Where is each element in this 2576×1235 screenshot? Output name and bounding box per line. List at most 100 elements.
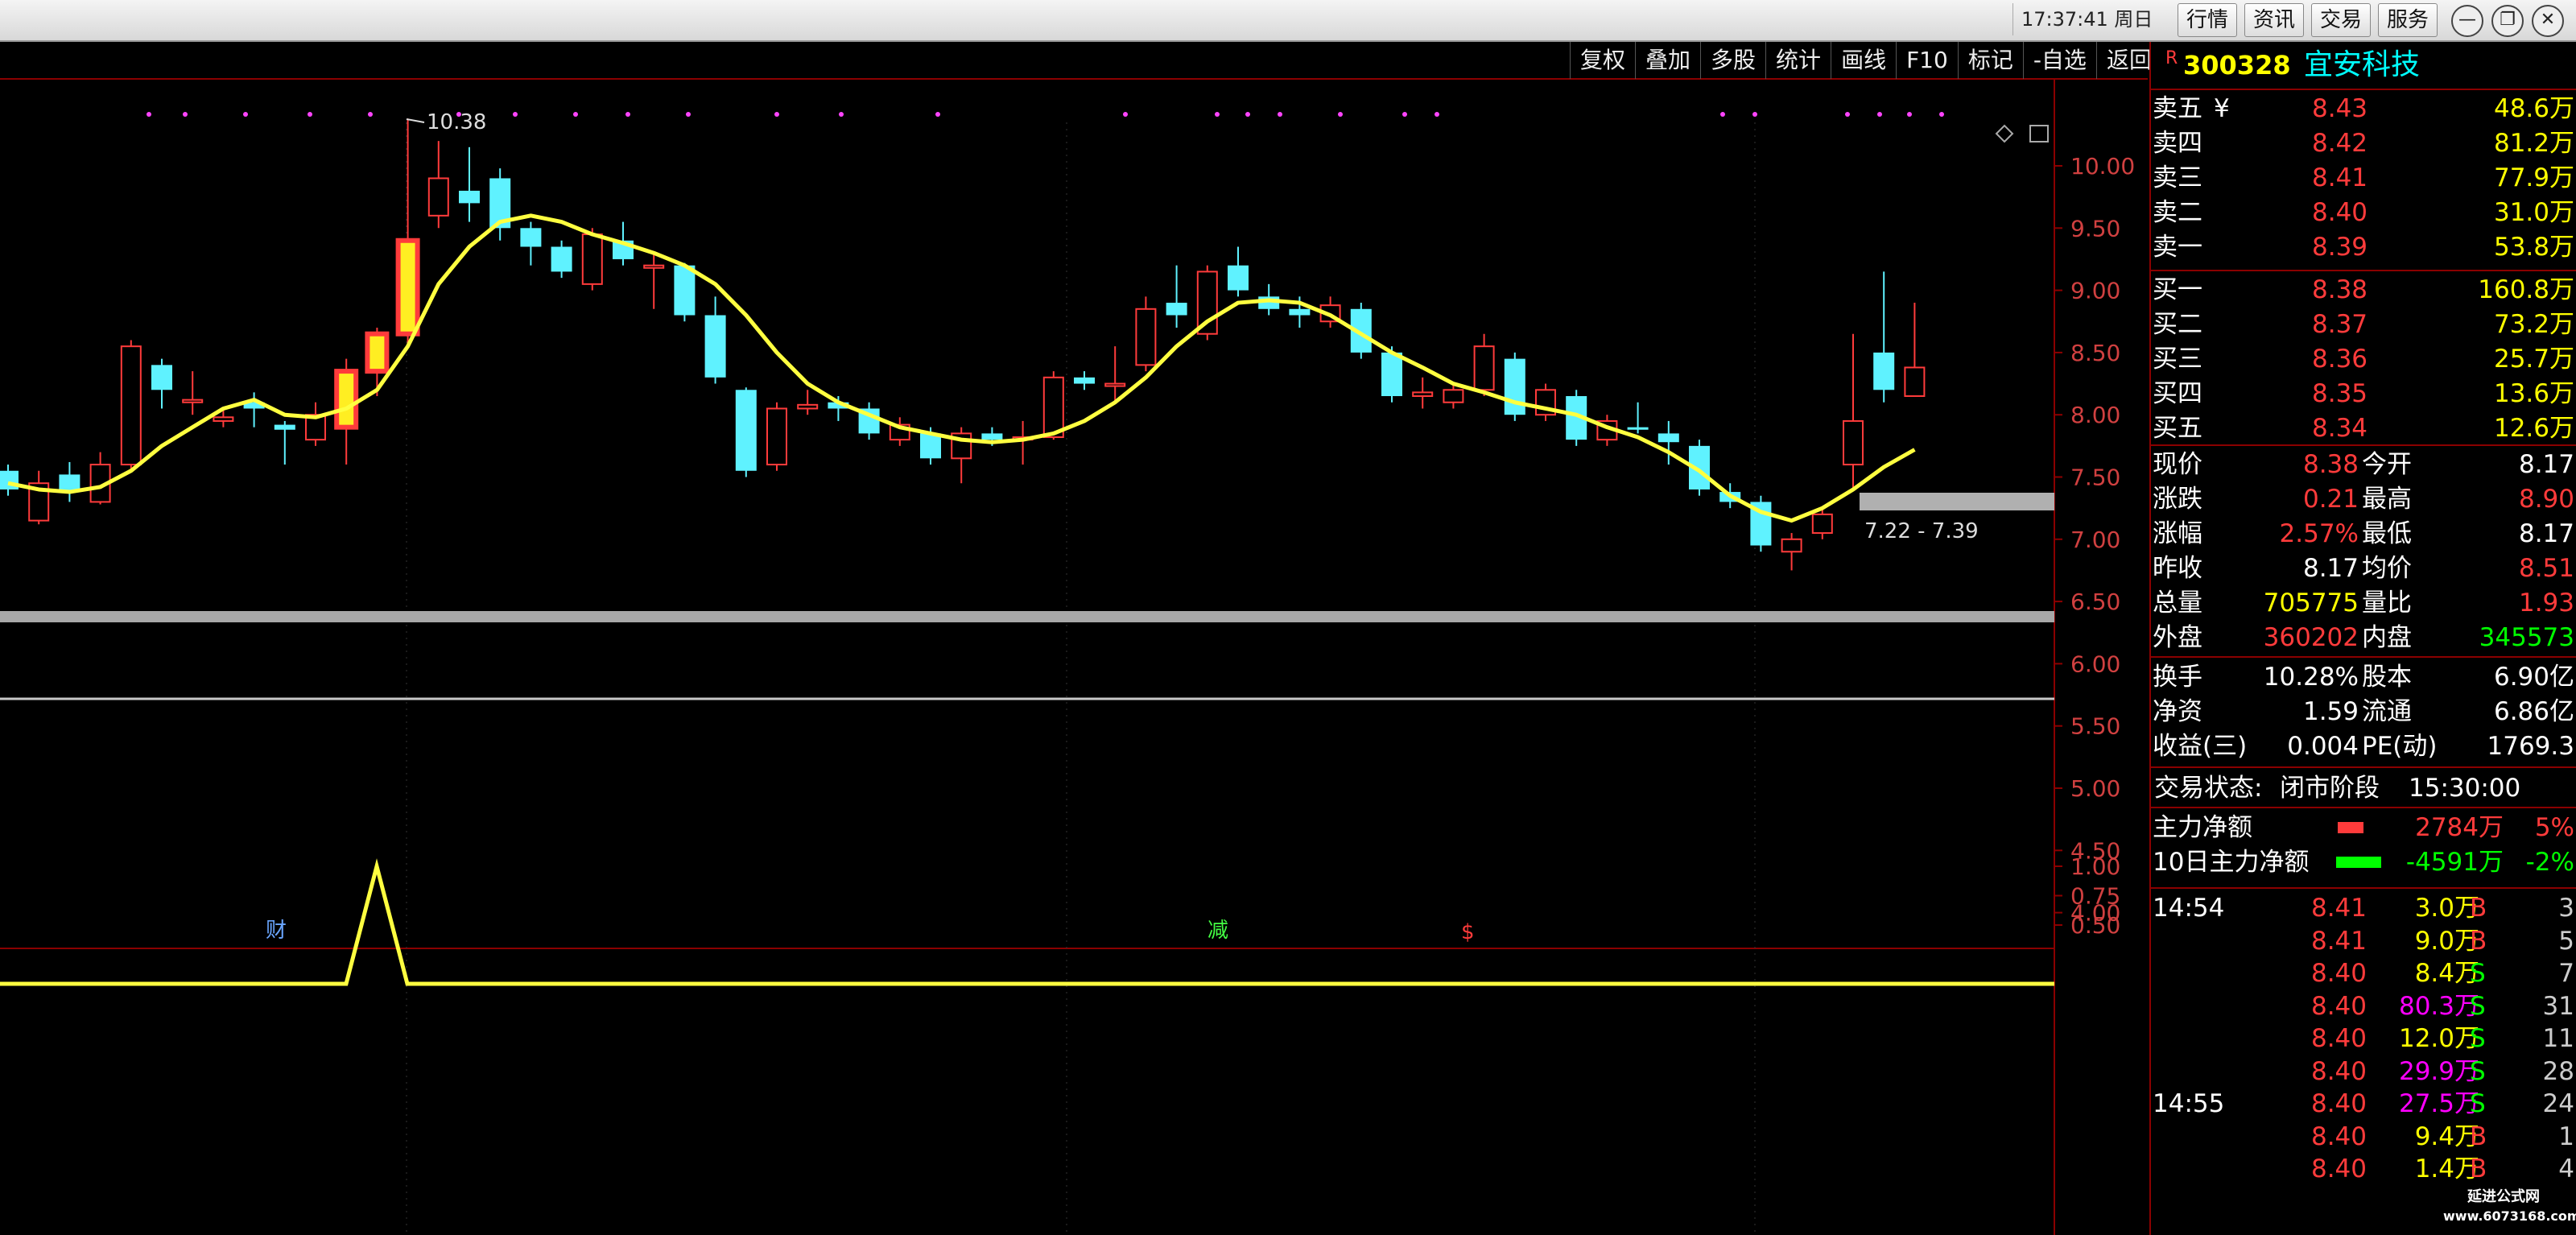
orderbook-volume: 73.2万 — [2493, 310, 2574, 339]
candle — [89, 452, 111, 505]
candle-body — [1811, 513, 1833, 535]
orderbook-volume: 31.0万 — [2493, 198, 2574, 227]
minimize-icon[interactable]: — — [2451, 5, 2483, 37]
tool-draw[interactable]: 画线 — [1831, 42, 1896, 79]
tool-f10[interactable]: F10 — [1896, 42, 1958, 79]
fundamentals-row: 收益(三) 0.004 PE(动) 1769.3 — [2151, 729, 2576, 763]
candle — [243, 392, 265, 428]
candle-body — [1135, 308, 1157, 366]
candle-body — [459, 190, 480, 204]
fund-label: 股本 — [2362, 663, 2412, 692]
tick-time: 14:55 — [2153, 1089, 2225, 1118]
fund-label: 换手 — [2153, 663, 2202, 692]
candle-body — [213, 416, 234, 422]
signal-dot — [243, 112, 248, 117]
limit-up-body — [334, 369, 359, 430]
price-label-9: 5.50 — [2070, 713, 2120, 740]
tool-mark[interactable]: 标记 — [1957, 42, 2023, 79]
candle-body — [1873, 352, 1895, 390]
candle — [520, 221, 542, 266]
chart-grid — [0, 78, 2148, 1235]
signal-dot — [147, 112, 151, 117]
menu-service-button[interactable]: 服务 — [2378, 3, 2438, 37]
price-label-0: 10.00 — [2070, 153, 2135, 180]
tool-stats[interactable]: 统计 — [1765, 42, 1831, 79]
stock-name: 宜安科技 — [2304, 48, 2421, 81]
chart-toolbar: 复权 叠加 多股 统计 画线 F10 标记 -自选 返回 — [1570, 42, 2161, 79]
signal-dot — [686, 112, 691, 117]
candle — [704, 296, 726, 384]
capital-flow-row: 主力净额 2784万 5% — [2151, 811, 2576, 845]
stat-value: 360202 — [2263, 623, 2359, 652]
event-cai: 财 — [266, 919, 287, 943]
tool-fuquan[interactable]: 复权 — [1570, 42, 1635, 79]
orderbook-volume: 12.6万 — [2493, 414, 2574, 443]
candle — [151, 358, 172, 409]
panel-toggle-icon — [2029, 125, 2049, 142]
fund-value: 6.90亿 — [2493, 663, 2574, 692]
candle-body — [1074, 377, 1095, 384]
restore-icon[interactable]: ❐ — [2491, 5, 2524, 37]
kline-chart[interactable]: 10.00 9.50 9.00 8.50 8.00 7.50 7.00 6.50 6.00 5.5… — [0, 42, 2148, 1235]
event-dollar: $ — [1461, 920, 1475, 944]
fund-value: 10.28% — [2263, 663, 2359, 692]
orderbook-price: 8.37 — [2312, 310, 2368, 339]
signal-dot — [1215, 112, 1220, 117]
candle-body — [1042, 376, 1064, 439]
price-label-10: 5.00 — [2070, 775, 2120, 802]
band-right — [1860, 493, 2054, 510]
fund-label: PE(动) — [2362, 732, 2438, 761]
tick-count: 28 — [2542, 1056, 2574, 1086]
orderbook-buy-row: 买一 8.38 160.8万 — [2151, 273, 2576, 307]
tick-price: 8.40 — [2310, 1121, 2367, 1151]
quote-panel: R 300328 宜安科技 卖五 ¥8.43 48.6万 卖四 8.42 81.2万 卖三 8… — [2149, 42, 2576, 1235]
stats-row: 外盘 360202 内盘 345573 — [2151, 621, 2576, 655]
signal-dot — [1278, 112, 1282, 117]
signal-dot — [513, 112, 518, 117]
candle-body — [1904, 366, 1926, 398]
candle — [59, 461, 80, 502]
flow-label: 10日主力净额 — [2153, 848, 2310, 877]
candle — [1627, 402, 1649, 434]
kline-chart-area[interactable]: 10.00 9.50 9.00 8.50 8.00 7.50 7.00 6.50 6.00 5.5… — [0, 42, 2148, 1235]
tool-overlay[interactable]: 叠加 — [1635, 42, 1700, 79]
tool-watchlist[interactable]: -自选 — [2022, 42, 2096, 79]
signal-dot — [368, 112, 373, 117]
candle — [0, 465, 19, 496]
menu-trade-button[interactable]: 交易 — [2311, 3, 2372, 37]
tick-row: 8.40 12.0万 S 11 — [2151, 1022, 2576, 1055]
signal-dot — [625, 112, 630, 117]
range-label: 7.22 - 7.39 — [1864, 519, 1979, 543]
tool-multi[interactable]: 多股 — [1700, 42, 1765, 79]
orderbook-label: 买五 — [2153, 414, 2202, 443]
tick-count: 31 — [2542, 991, 2574, 1021]
stat-value: 0.21 — [2302, 485, 2359, 514]
menu-market-button[interactable]: 行情 — [2178, 3, 2238, 37]
signal-dot — [839, 112, 844, 117]
orderbook-price: 8.41 — [2312, 163, 2368, 192]
title-bar: 17:37:41 周日 行情 资讯 交易 服务 — ❐ ✕ — [0, 0, 2576, 42]
signal-dot — [183, 112, 188, 117]
menu-news-button[interactable]: 资讯 — [2244, 3, 2305, 37]
candle-body — [920, 433, 941, 459]
candle — [1104, 346, 1126, 403]
orderbook-sell-row: 卖三 8.41 77.9万 — [2151, 161, 2576, 195]
stock-code: 300328 — [2183, 50, 2291, 81]
tick-row: 8.40 29.9万 S 28 — [2151, 1055, 2576, 1088]
close-icon[interactable]: ✕ — [2532, 5, 2564, 37]
fundamentals-row: 净资 1.59 流通 6.86亿 — [2151, 695, 2576, 729]
candle — [1750, 495, 1772, 552]
stock-marker: R — [2165, 48, 2178, 68]
candle-body — [735, 390, 757, 471]
tick-side: B — [2470, 894, 2487, 923]
candle — [1012, 420, 1034, 465]
orderbook-volume: 25.7万 — [2493, 345, 2574, 374]
orderbook-price: 8.43 — [2312, 94, 2368, 123]
stat-value: 8.38 — [2302, 450, 2359, 479]
candle — [28, 470, 50, 525]
tick-price: 8.41 — [2310, 926, 2367, 956]
stat-label: 外盘 — [2153, 623, 2202, 652]
tick-price: 8.40 — [2310, 1089, 2367, 1118]
tick-row: 8.40 1.4万 B 4 — [2151, 1152, 2576, 1186]
candle — [1166, 265, 1187, 328]
